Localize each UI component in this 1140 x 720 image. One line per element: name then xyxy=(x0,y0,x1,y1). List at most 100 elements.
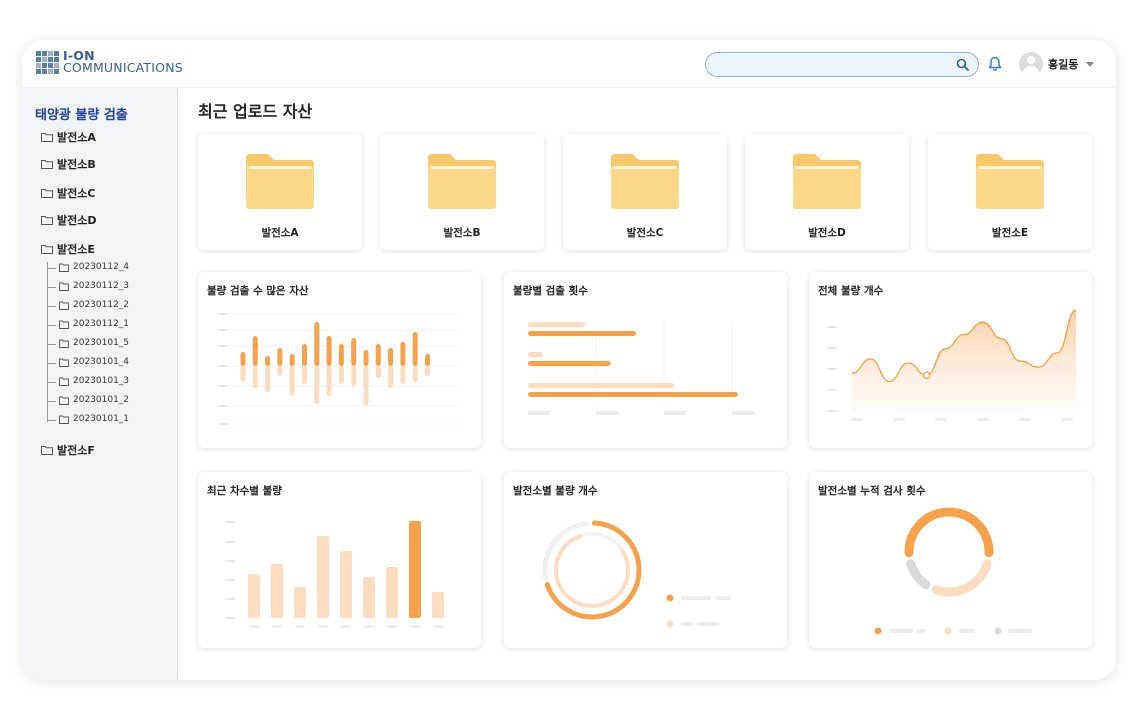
sidebar-subitem[interactable]: 20230112_1 xyxy=(59,319,129,329)
sidebar-item-label: 발전소C xyxy=(57,187,96,200)
tree-branch xyxy=(47,268,56,269)
folder-label: 발전소C xyxy=(626,227,664,239)
y-tick-label xyxy=(225,521,235,523)
avatar[interactable] xyxy=(1019,52,1043,76)
logo-text: I-ON COMMUNICATIONS xyxy=(63,49,183,75)
sidebar-item-plant-e[interactable]: 발전소E xyxy=(41,241,95,257)
y-tick-label xyxy=(218,329,228,331)
sidebar-subitem-label: 20230101_4 xyxy=(73,357,130,367)
bar-top xyxy=(351,338,357,366)
bar-top xyxy=(252,336,258,366)
x-tick-label xyxy=(528,411,550,415)
folder-icon xyxy=(59,263,69,272)
sidebar-subitem[interactable]: 20230112_2 xyxy=(59,300,129,310)
chart-plant-cumulative-inspections xyxy=(874,507,1032,635)
legend-dot-tertiary xyxy=(994,627,1002,635)
logo-mark xyxy=(36,50,59,74)
legend-label xyxy=(681,596,711,600)
chart-card-top-defect-assets[interactable]: 불량 검출 수 많은 자산 xyxy=(198,272,481,448)
sidebar-subitem-label: 20230101_2 xyxy=(73,395,130,405)
chart-card-total-defects[interactable]: 전체 불량 개수 xyxy=(809,272,1092,448)
user-name[interactable]: 홍길동 xyxy=(1048,56,1078,72)
folder-card-plant-c[interactable]: 발전소C xyxy=(563,134,727,250)
folder-icon xyxy=(41,216,53,225)
sidebar-item-plant-c[interactable]: 발전소C xyxy=(41,185,95,201)
user-menu[interactable]: 홍길동 xyxy=(1019,52,1095,76)
sidebar: 태양광 불량 검출 발전소A 발전소B 발전소C 발전소D 발전소E 20230… xyxy=(22,88,178,680)
x-tick-label xyxy=(364,625,374,628)
sidebar-item-plant-a[interactable]: 발전소A xyxy=(41,129,96,145)
folder-icon xyxy=(41,133,53,142)
search-icon[interactable] xyxy=(956,58,969,71)
x-tick-label xyxy=(295,625,305,628)
folder-card-plant-d[interactable]: 발전소D xyxy=(745,134,909,250)
area-fill xyxy=(852,310,1076,412)
sidebar-subitem-label: 20230112_3 xyxy=(73,281,130,291)
sidebar-subitem[interactable]: 20230101_4 xyxy=(59,357,129,367)
sidebar-title[interactable]: 태양광 불량 검출 xyxy=(35,104,128,123)
y-tick-label xyxy=(218,385,228,387)
folder-card-plant-b[interactable]: 발전소B xyxy=(380,134,544,250)
y-tick-label xyxy=(225,579,235,581)
chart-card-plant-defect-count[interactable]: 발전소별 불량 개수 xyxy=(504,472,787,648)
sidebar-subitem[interactable]: 20230112_3 xyxy=(59,281,129,291)
legend-value xyxy=(715,596,731,600)
logo-line-2: COMMUNICATIONS xyxy=(63,60,183,75)
tree-branch xyxy=(47,287,56,288)
bar-bottom xyxy=(338,366,344,384)
folder-card-plant-e[interactable]: 발전소E xyxy=(928,134,1092,250)
sidebar-subitem-label: 20230112_1 xyxy=(73,319,130,329)
tree-branch xyxy=(47,325,56,326)
x-tick-label xyxy=(664,411,686,415)
folder-icon xyxy=(59,282,69,291)
sidebar-subitem[interactable]: 20230101_5 xyxy=(59,338,129,348)
bar-primary xyxy=(528,361,611,366)
app-window: I-ON COMMUNICATIONS 홍길동 태양광 불량 검출 발전소A 발… xyxy=(22,40,1116,680)
donut-segment-tertiary xyxy=(906,559,931,590)
folder-card-plant-a[interactable]: 발전소A xyxy=(198,134,362,250)
tree-branch xyxy=(47,420,56,421)
bar-secondary xyxy=(528,322,586,327)
bar-bottom xyxy=(388,366,394,388)
folder-icon xyxy=(41,160,53,169)
x-tick-label xyxy=(387,625,397,628)
bar xyxy=(248,574,260,618)
folder-icon xyxy=(59,339,69,348)
bar-top xyxy=(375,344,381,366)
x-tick-label xyxy=(1019,418,1031,421)
sidebar-item-plant-b[interactable]: 발전소B xyxy=(41,156,96,172)
bar-bottom xyxy=(240,366,246,382)
search-input[interactable] xyxy=(705,52,979,77)
bar-top xyxy=(277,348,283,366)
notification-bell-icon[interactable] xyxy=(988,56,1002,76)
y-tick-label xyxy=(218,345,228,347)
tree-branch xyxy=(47,344,56,345)
top-bar: I-ON COMMUNICATIONS 홍길동 xyxy=(22,40,1116,88)
bar-bottom xyxy=(314,366,320,404)
folder-label: 발전소B xyxy=(443,227,481,239)
sidebar-subitem[interactable]: 20230101_2 xyxy=(59,395,129,405)
chart-top-defect-assets xyxy=(218,313,458,425)
bar-top xyxy=(314,322,320,366)
chevron-down-icon[interactable] xyxy=(1086,61,1095,67)
bar-bottom xyxy=(277,366,283,376)
page-title: 최근 업로드 자산 xyxy=(198,102,313,121)
chart-card-defect-type-count[interactable]: 불량별 검출 횟수 xyxy=(504,272,787,448)
sidebar-item-plant-f[interactable]: 발전소F xyxy=(41,442,95,458)
sidebar-subitem[interactable]: 20230101_1 xyxy=(59,414,129,424)
brand-logo[interactable]: I-ON COMMUNICATIONS xyxy=(36,49,183,75)
chart-card-plant-cumulative-inspections[interactable]: 발전소별 누적 검사 횟수 xyxy=(809,472,1092,648)
bar-top xyxy=(338,344,344,366)
sidebar-subitem[interactable]: 20230101_3 xyxy=(59,376,129,386)
sidebar-item-plant-d[interactable]: 발전소D xyxy=(41,212,97,228)
sidebar-item-label: 발전소F xyxy=(57,444,95,457)
tree-branch xyxy=(47,401,56,402)
y-tick-label xyxy=(218,365,228,367)
sidebar-subitem-label: 20230101_5 xyxy=(73,338,130,348)
chart-card-recent-round-defects[interactable]: 최근 차수별 불량 xyxy=(198,472,481,648)
sidebar-subitem[interactable]: 20230112_4 xyxy=(59,262,129,272)
folder-label: 발전소D xyxy=(808,227,846,239)
bar-bottom xyxy=(265,366,271,392)
folder-icon xyxy=(59,358,69,367)
bar xyxy=(294,587,306,618)
